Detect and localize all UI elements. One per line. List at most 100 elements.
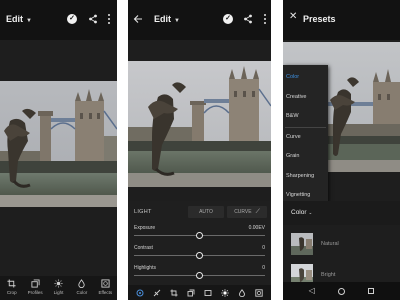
light-panel-header: LIGHT AUTO CURVE ⟋ [128, 201, 271, 223]
more-vertical-icon [264, 14, 266, 24]
menu-item-bw[interactable]: B&W [283, 107, 328, 127]
slider-value: 0.00EV [248, 225, 265, 231]
presets-screen: ✕ Presets Color Creative B&W Curve Grain [283, 0, 400, 300]
screen-title: Edit [154, 14, 171, 24]
tool-effects[interactable]: Effects [94, 276, 117, 300]
profiles-icon [31, 279, 40, 288]
tool-profiles[interactable]: Profiles [23, 276, 46, 300]
photo-image [128, 61, 271, 187]
edit-menu[interactable]: Edit ▼ [154, 14, 180, 24]
category-label: Color [291, 209, 307, 216]
menu-item-creative[interactable]: Creative [283, 88, 328, 108]
checkmark-icon: ✓ [67, 14, 77, 24]
back-arrow-icon [133, 15, 142, 23]
tool-light[interactable] [221, 288, 229, 297]
menu-item-curve[interactable]: Curve [283, 128, 328, 148]
crop-icon [7, 279, 16, 288]
top-bar: Edit ▼ ✓ [128, 0, 271, 40]
share-button[interactable] [87, 13, 99, 25]
slider-thumb[interactable] [196, 232, 203, 239]
chevron-down-icon: ⌄ [308, 210, 313, 215]
preset-category-bar: Color ⌄ [283, 201, 400, 225]
close-icon: ✕ [289, 11, 298, 22]
share-icon [89, 14, 97, 24]
healing-icon [153, 289, 161, 296]
back-triangle-icon[interactable]: ◁ [309, 287, 315, 295]
crop-icon [170, 289, 178, 296]
profiles-icon [187, 289, 195, 296]
bottom-toolbar [128, 285, 271, 300]
category-selector[interactable]: Color ⌄ [291, 209, 312, 216]
color-icon [78, 279, 86, 288]
slider-thumb[interactable] [196, 272, 203, 279]
tool-color[interactable] [238, 288, 246, 297]
tool-profiles[interactable] [187, 289, 195, 297]
close-button[interactable]: ✕ [289, 12, 297, 22]
more-options-button[interactable] [103, 13, 115, 25]
tool-auto[interactable] [204, 289, 212, 297]
menu-item-grain[interactable]: Grain [283, 147, 328, 167]
preset-category-menu: Color Creative B&W Curve Grain Sharpenin… [283, 65, 328, 202]
done-button[interactable]: ✓ [222, 13, 234, 25]
light-icon [221, 288, 229, 297]
curve-label: CURVE [234, 209, 252, 215]
system-nav-bar: ◁ [283, 282, 400, 300]
tool-label: Light [53, 290, 64, 295]
tool-selective[interactable] [136, 289, 144, 297]
effects-icon [101, 279, 110, 288]
light-panel: LIGHT AUTO CURVE ⟋ Exposure 0.00EV Contra… [128, 201, 271, 285]
photo-canvas[interactable] [0, 81, 117, 207]
tool-label: Color [76, 290, 88, 295]
tool-label: Crop [6, 290, 17, 295]
more-options-button[interactable] [259, 13, 271, 25]
tool-crop[interactable] [170, 289, 178, 297]
slider-label: Contrast [134, 245, 153, 251]
tool-label: Profiles [27, 290, 43, 295]
light-icon [54, 279, 63, 288]
curve-button[interactable]: CURVE ⟋ [227, 206, 267, 218]
edit-menu[interactable]: Edit ▼ [6, 14, 32, 24]
slider-value: 0 [262, 265, 265, 271]
photo-image [0, 81, 117, 207]
tool-color[interactable]: Color [70, 276, 93, 300]
preset-name: Bright [321, 272, 336, 278]
effects-icon [254, 288, 263, 297]
back-button[interactable] [132, 13, 144, 25]
caret-down-icon: ▼ [174, 18, 180, 24]
auto-label: AUTO [199, 209, 213, 215]
exposure-slider[interactable]: Exposure 0.00EV [128, 223, 271, 243]
bottom-toolbar: Crop Profiles Light Color Effects [0, 276, 117, 300]
preset-name: Natural [321, 241, 339, 247]
recents-square-icon[interactable] [368, 288, 375, 294]
tool-effects[interactable] [254, 288, 263, 297]
done-button[interactable]: ✓ [66, 13, 78, 25]
selective-icon [136, 289, 144, 296]
preset-item[interactable]: Natural [291, 233, 396, 255]
tool-healing[interactable] [153, 289, 161, 297]
menu-item-sharpening[interactable]: Sharpening [283, 167, 328, 187]
home-circle-icon[interactable] [338, 287, 346, 295]
auto-button[interactable]: AUTO [188, 206, 224, 218]
share-button[interactable] [242, 13, 254, 25]
menu-item-color[interactable]: Color [283, 68, 328, 88]
share-icon [244, 14, 252, 24]
highlights-slider[interactable]: Highlights 0 [128, 263, 271, 283]
tool-light[interactable]: Light [47, 276, 70, 300]
top-bar: Edit ▼ ✓ [0, 0, 117, 40]
photo-canvas[interactable] [128, 61, 271, 187]
edit-screen: Edit ▼ ✓ Crop Profiles Light Color Effec… [0, 0, 117, 300]
pen-icon: ⟋ [255, 208, 260, 215]
top-bar: ✕ Presets [283, 0, 400, 40]
color-icon [238, 288, 245, 297]
caret-down-icon: ▼ [26, 18, 32, 24]
tool-label: Effects [98, 290, 113, 295]
contrast-slider[interactable]: Contrast 0 [128, 243, 271, 263]
light-edit-screen: Edit ▼ ✓ LIGHT AUTO CURVE ⟋ Exposure 0.0… [128, 0, 271, 300]
slider-thumb[interactable] [196, 252, 203, 259]
more-vertical-icon [108, 14, 110, 24]
slider-value: 0 [262, 245, 265, 251]
preset-list: Natural Bright [283, 225, 400, 286]
tool-crop[interactable]: Crop [0, 276, 23, 300]
slider-label: Highlights [134, 265, 156, 271]
auto-icon [204, 289, 212, 296]
